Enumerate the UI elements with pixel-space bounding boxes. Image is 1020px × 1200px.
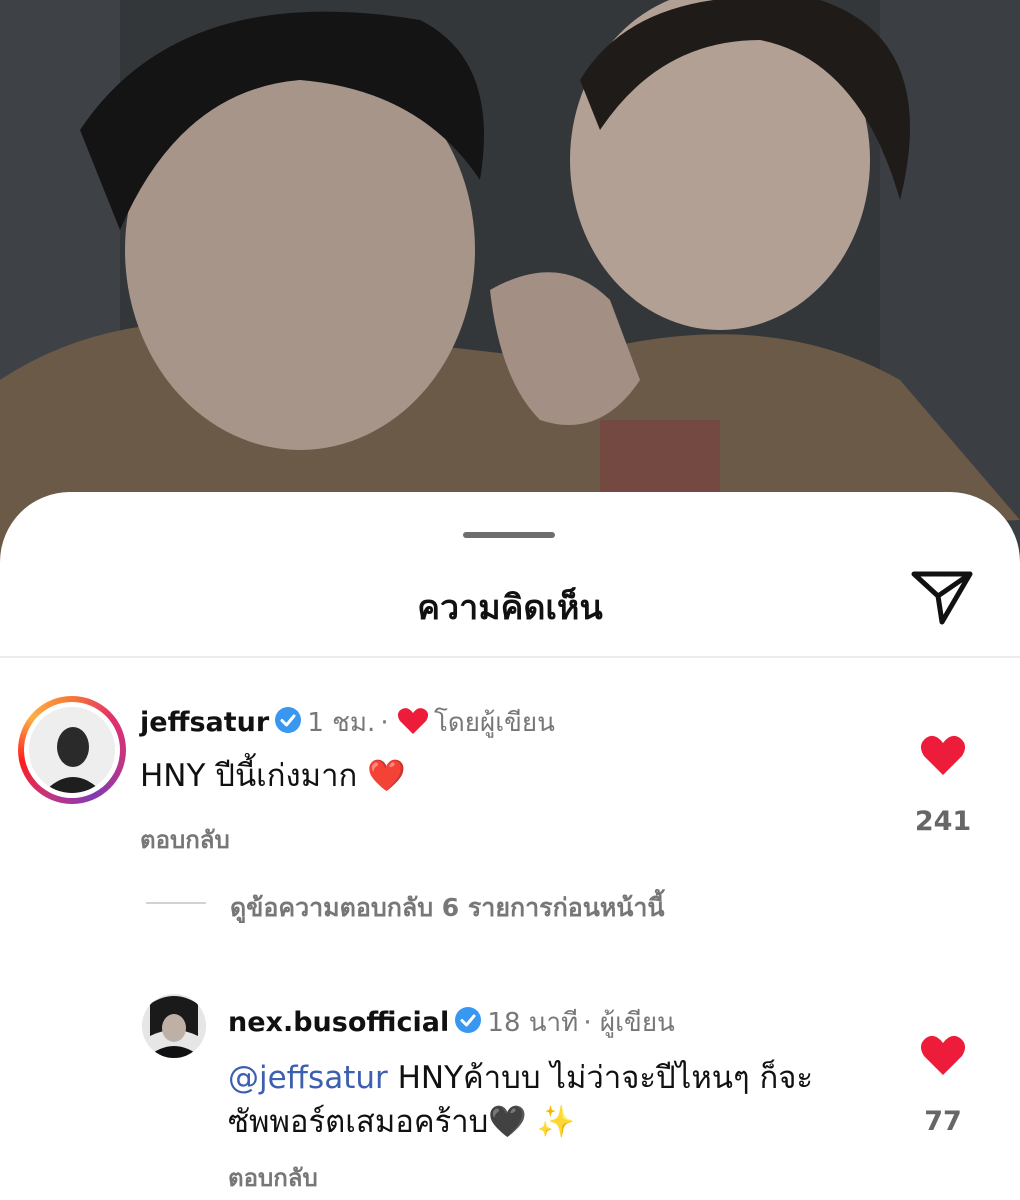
reply-body-1: HNYค้าบบ ไม่ว่าจะปีไหนๆ ก็จะ	[387, 1060, 814, 1096]
post-photo	[0, 0, 1020, 560]
reply-button-2[interactable]: ตอบกลับ	[228, 1158, 318, 1197]
view-previous-replies-button[interactable]: ดูข้อความตอบกลับ 6 รายการก่อนหน้านี้	[230, 888, 665, 928]
heart-emoji: ❤️	[367, 758, 406, 794]
author-heart-icon	[397, 707, 429, 739]
reply-like-count: 77	[924, 1106, 962, 1137]
separator-dot: ·	[583, 1008, 600, 1038]
comments-sheet: ความคิดเห็น jeffsatur 1 ชม. · โดยผู้เขีย…	[0, 492, 1020, 1200]
author-label: ผู้เขียน	[599, 1008, 675, 1038]
mention-link[interactable]: @jeffsatur	[228, 1060, 388, 1096]
reply-time: 18 นาที	[487, 1008, 579, 1038]
liked-by-author-label: โดยผู้เขียน	[433, 708, 555, 738]
like-reply-button[interactable]	[920, 1035, 966, 1081]
replies-line	[146, 902, 206, 904]
verified-badge-icon	[274, 706, 302, 738]
commenter-avatar[interactable]	[18, 696, 126, 804]
separator-dot: ·	[380, 708, 397, 738]
reply-button[interactable]: ตอบกลับ	[140, 820, 230, 859]
share-send-button[interactable]	[908, 564, 976, 628]
verified-badge-icon	[454, 1006, 482, 1038]
reply-header: nex.busofficial 18 นาที · ผู้เขียน	[228, 1002, 675, 1043]
comment-text: HNY ปีนี้เก่งมาก ❤️	[140, 750, 406, 800]
like-comment-button[interactable]	[920, 735, 966, 781]
like-count: 241	[914, 806, 972, 837]
emoji-black-heart-sparkles: 🖤 ✨	[488, 1104, 576, 1140]
drag-handle[interactable]	[463, 532, 555, 538]
sheet-title: ความคิดเห็น	[417, 588, 603, 628]
reply-avatar[interactable]	[142, 994, 206, 1058]
comment-header: jeffsatur 1 ชม. · โดยผู้เขียน	[140, 702, 555, 743]
reply-text-line1: @jeffsatur HNYค้าบบ ไม่ว่าจะปีไหนๆ ก็จะ	[228, 1052, 813, 1102]
comment-username[interactable]: jeffsatur	[140, 707, 269, 738]
reply-username[interactable]: nex.busofficial	[228, 1007, 449, 1038]
header-divider	[0, 656, 1020, 658]
reply-body-2: ซัพพอร์ตเสมอคร้าบ	[228, 1104, 489, 1140]
comment-time: 1 ชม.	[307, 708, 376, 738]
heart-filled-icon	[920, 735, 966, 775]
paper-plane-icon	[911, 571, 973, 625]
reply-text-line2: ซัพพอร์ตเสมอคร้าบ🖤 ✨	[228, 1096, 575, 1146]
heart-filled-icon	[920, 1035, 966, 1075]
comment-body: HNY ปีนี้เก่งมาก	[140, 758, 358, 794]
